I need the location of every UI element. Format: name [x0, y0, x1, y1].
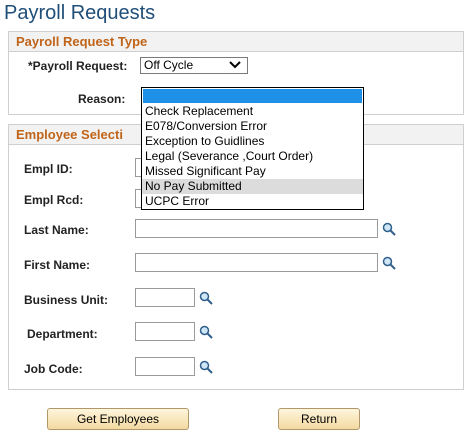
- empl-id-label: Empl ID:: [24, 162, 73, 176]
- page-title: Payroll Requests: [4, 2, 156, 24]
- reason-option[interactable]: Missed Significant Pay: [142, 164, 363, 179]
- first-name-label: First Name:: [24, 258, 91, 272]
- magnifier-icon[interactable]: [199, 360, 213, 374]
- department-input[interactable]: [135, 322, 195, 341]
- payroll-request-select[interactable]: Off Cycle: [140, 57, 248, 74]
- payroll-request-value: Off Cycle: [144, 58, 194, 72]
- reason-option[interactable]: Legal (Severance ,Court Order): [142, 149, 363, 164]
- reason-option[interactable]: UCPC Error: [142, 194, 363, 209]
- payroll-request-label: *Payroll Request:: [28, 59, 128, 73]
- empl-rcd-label: Empl Rcd:: [24, 193, 84, 207]
- reason-dropdown-blank-option[interactable]: [143, 89, 362, 103]
- magnifier-icon[interactable]: [199, 325, 213, 339]
- reason-option[interactable]: E078/Conversion Error: [142, 119, 363, 134]
- reason-option-hovered[interactable]: No Pay Submitted: [142, 179, 363, 194]
- reason-dropdown-list[interactable]: Check Replacement E078/Conversion Error …: [141, 87, 364, 210]
- magnifier-icon[interactable]: [382, 256, 396, 270]
- job-code-label: Job Code:: [24, 362, 83, 376]
- reason-option[interactable]: Exception to Guidlines: [142, 134, 363, 149]
- job-code-input[interactable]: [135, 357, 195, 376]
- reason-option[interactable]: Check Replacement: [142, 104, 363, 119]
- last-name-label: Last Name:: [24, 223, 89, 237]
- payroll-request-type-header: Payroll Request Type: [9, 32, 463, 52]
- magnifier-icon[interactable]: [199, 291, 213, 305]
- chevron-down-icon: [229, 61, 241, 69]
- business-unit-input[interactable]: [135, 288, 195, 307]
- first-name-input[interactable]: [135, 253, 378, 272]
- business-unit-label: Business Unit:: [24, 293, 109, 307]
- department-label: Department:: [27, 327, 98, 341]
- return-button[interactable]: Return: [278, 408, 360, 430]
- last-name-input[interactable]: [135, 219, 378, 238]
- get-employees-button[interactable]: Get Employees: [47, 408, 189, 430]
- magnifier-icon[interactable]: [382, 222, 396, 236]
- reason-label: Reason:: [78, 92, 126, 106]
